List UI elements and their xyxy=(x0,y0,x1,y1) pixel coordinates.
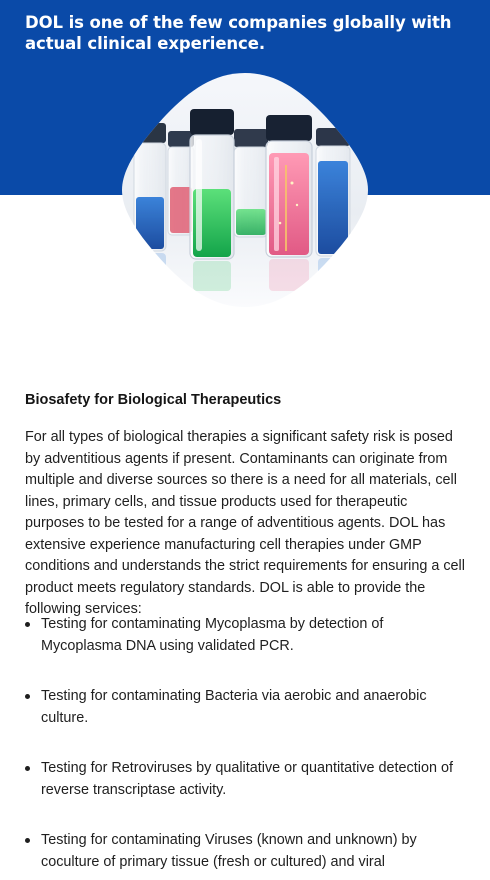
lab-vials-image xyxy=(122,73,368,307)
bullet-icon xyxy=(25,622,30,627)
section-heading: Biosafety for Biological Therapeutics xyxy=(25,392,282,408)
service-item-viruses: Testing for contaminating Viruses (known… xyxy=(25,830,467,873)
service-text: Testing for Retroviruses by qualitative … xyxy=(41,760,453,798)
hero-title: DOL is one of the few companies globally… xyxy=(25,13,452,53)
service-text: Testing for contaminating Mycoplasma by … xyxy=(41,616,384,654)
service-text: Testing for contaminating Viruses (known… xyxy=(41,832,417,870)
intro-paragraph: For all types of biological therapies a … xyxy=(25,429,465,617)
service-item-retroviruses: Testing for Retroviruses by qualitative … xyxy=(25,758,467,801)
bullet-icon xyxy=(25,766,30,771)
bullet-icon xyxy=(25,694,30,699)
service-item-mycoplasma: Testing for contaminating Mycoplasma by … xyxy=(25,614,467,657)
bullet-icon xyxy=(25,838,30,843)
services-list: Testing for contaminating Mycoplasma by … xyxy=(25,614,467,880)
service-text: Testing for contaminating Bacteria via a… xyxy=(41,688,427,726)
service-item-bacteria: Testing for contaminating Bacteria via a… xyxy=(25,686,467,729)
